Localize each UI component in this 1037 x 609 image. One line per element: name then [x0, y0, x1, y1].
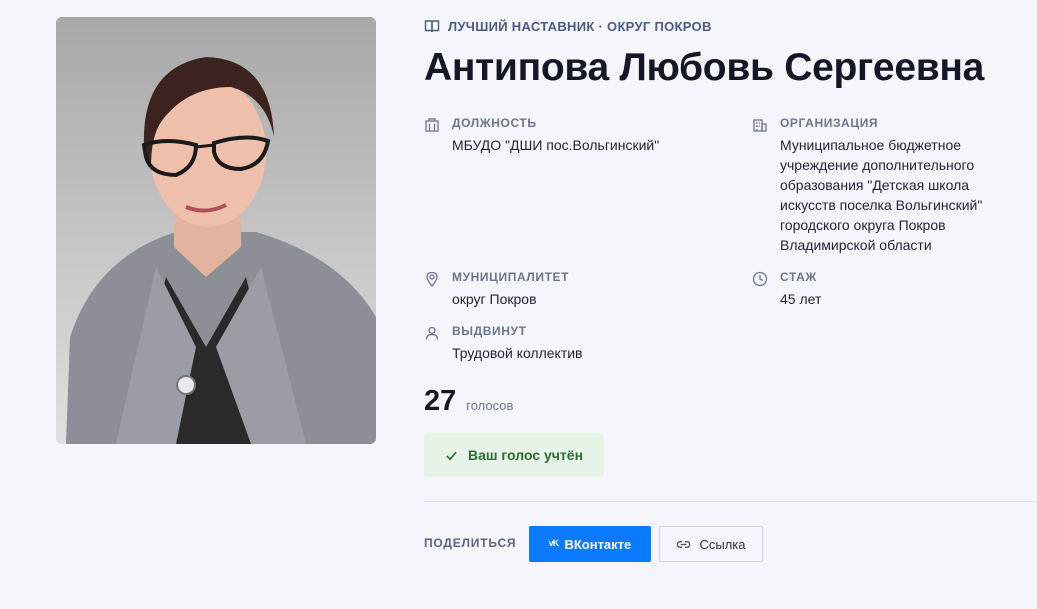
field-label: ДОЛЖНОСТЬ [452, 116, 537, 130]
vote-count-label: голосов [466, 398, 514, 413]
field-value: Трудовой коллектив [452, 345, 583, 361]
field-label: МУНИЦИПАЛИТЕТ [452, 270, 570, 284]
field-municipality: МУНИЦИПАЛИТЕТ округ Покров [424, 269, 724, 309]
portrait-photo [56, 17, 376, 444]
field-label: СТАЖ [780, 270, 817, 284]
check-icon [446, 451, 457, 460]
vote-status-text: Ваш голос учтён [467, 447, 584, 463]
location-pin-icon [424, 271, 440, 288]
user-icon [424, 325, 440, 341]
book-icon [424, 18, 440, 34]
field-organization: ОРГАНИЗАЦИЯ Муниципальное бюджетное учре… [752, 115, 1032, 255]
share-vk-button[interactable]: ᵛᴷ ВКонтакте [529, 526, 651, 562]
building-icon [424, 117, 440, 133]
clock-icon [752, 271, 768, 287]
person-name: Антипова Любовь Сергеевна [424, 46, 985, 89]
category-label: ЛУЧШИЙ НАСТАВНИК · ОКРУГ ПОКРОВ [424, 18, 712, 34]
field-value: 45 лет [780, 291, 822, 307]
office-icon [752, 117, 768, 133]
share-label: ПОДЕЛИТЬСЯ [424, 536, 517, 550]
field-nominated: ВЫДВИНУТ Трудовой коллектив [424, 323, 724, 363]
share-vk-label: ВКонтакте [564, 536, 632, 552]
field-label: ВЫДВИНУТ [452, 324, 527, 338]
vote-count: 27 [424, 385, 457, 417]
field-value: округ Покров [452, 291, 537, 307]
field-label: ОРГАНИЗАЦИЯ [780, 116, 879, 130]
share-link-label: Ссылка [699, 536, 746, 552]
category-text: ЛУЧШИЙ НАСТАВНИК · ОКРУГ ПОКРОВ [448, 18, 712, 34]
field-value: МБУДО "ДШИ пос.Вольгинский" [452, 137, 660, 153]
link-icon [677, 540, 691, 548]
field-position: ДОЛЖНОСТЬ МБУДО "ДШИ пос.Вольгинский" [424, 115, 724, 155]
field-experience: СТАЖ 45 лет [752, 269, 1032, 309]
share-link-button[interactable]: Ссылка [659, 526, 763, 562]
vote-counter: 27 голосов [424, 385, 513, 418]
field-value: Муниципальное бюджетное учреждение допол… [780, 137, 983, 253]
divider [424, 501, 1037, 502]
vk-icon: ᵛᴷ [548, 536, 559, 552]
vote-status-badge: Ваш голос учтён [424, 433, 604, 477]
